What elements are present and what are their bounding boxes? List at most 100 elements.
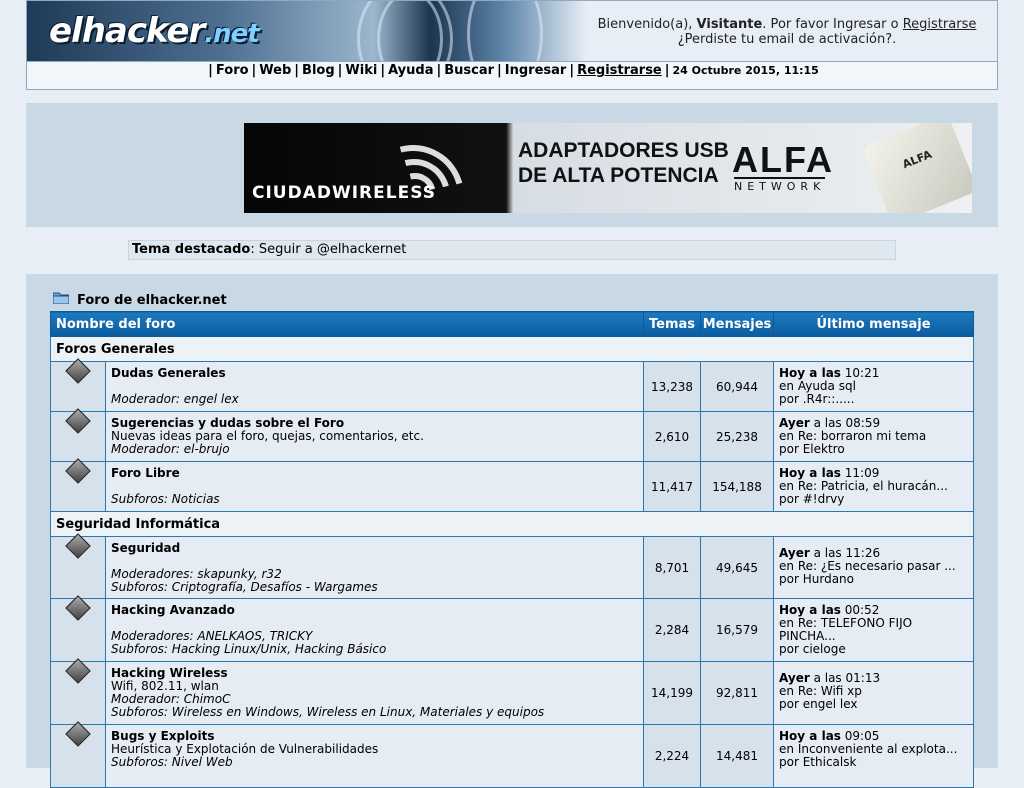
board-topics: 11,417: [643, 461, 702, 512]
last-post-author[interactable]: por Elektro: [779, 442, 845, 456]
board-last-post: Ayer a las 11:26 en Re: ¿Es necesario pa…: [773, 536, 975, 599]
welcome-message: Bienvenido(a), Visitante. Por favor Ingr…: [597, 17, 977, 47]
folder-icon: [53, 292, 69, 304]
board-status-icon: [50, 358, 106, 412]
board-posts: 16,579: [700, 598, 775, 662]
last-post-link[interactable]: en Re: borraron mi tema: [779, 429, 926, 443]
board-subforums[interactable]: Subforos: Nivel Web: [111, 756, 643, 769]
board-subforums[interactable]: Subforos: Wireless en Windows, Wireless …: [111, 706, 643, 719]
col-topics: Temas: [643, 311, 702, 337]
main-nav: | Foro | Web | Blog | Wiki | Ayuda | Buscar | Ingresa…: [26, 61, 998, 90]
last-post-author[interactable]: por Hurdano: [779, 572, 854, 586]
board-posts: 154,188: [700, 461, 775, 512]
last-post-link[interactable]: en Ayuda sql: [779, 379, 856, 393]
board-last-post: Hoy a las 09:05 en Inconveniente al expl…: [773, 724, 975, 788]
last-post-author[interactable]: por .R4r::.....: [779, 392, 854, 406]
banner-headline-1: ADAPTADORES USB: [518, 139, 729, 162]
board-moderators[interactable]: Moderador: engel lex: [111, 393, 643, 406]
last-post-author[interactable]: por #!drvy: [779, 492, 844, 506]
nav-foro[interactable]: Foro: [216, 63, 249, 78]
board-last-post: Ayer a las 01:13 en Re: Wifi xp por enge…: [773, 661, 975, 725]
board-posts: 25,238: [700, 411, 775, 462]
visitor-name: Visitante: [696, 17, 763, 32]
logo-decoration: [377, 1, 443, 61]
board-posts: 14,481: [700, 724, 775, 788]
last-post-link[interactable]: en Re: Patricia, el huracán...: [779, 479, 948, 493]
board-posts: 60,944: [700, 361, 775, 412]
banner-network-text: NETWORK: [734, 177, 826, 193]
col-last-post: Último mensaje: [773, 311, 975, 337]
board-topics: 2,610: [643, 411, 702, 462]
board-name[interactable]: Hacking Wireless: [111, 666, 643, 680]
logo-decoration: [467, 1, 543, 61]
last-post-author[interactable]: por Ethicalsk: [779, 755, 856, 769]
forum-row: Hacking Wireless Wifi, 802.11, wlan Mode…: [50, 658, 975, 725]
col-posts: Mensajes: [700, 311, 775, 337]
nav-registrarse[interactable]: Registrarse: [577, 63, 662, 78]
forum-row: Foro Libre Subforos: Noticias 11,417 154…: [50, 458, 975, 512]
board-name[interactable]: Foro Libre: [111, 466, 643, 480]
featured-link[interactable]: : Seguir a @elhackernet: [250, 242, 406, 257]
col-forum-name: Nombre del foro: [49, 311, 645, 337]
board-status-icon: [50, 658, 106, 725]
board-last-post: Hoy a las 10:21 en Ayuda sql por .R4r::.…: [773, 361, 975, 412]
forum-table: Nombre del foro Temas Mensajes Último me…: [49, 311, 975, 788]
nav-blog[interactable]: Blog: [302, 63, 335, 78]
board-topics: 14,199: [643, 661, 702, 725]
board-status-icon: [50, 533, 106, 599]
board-name[interactable]: Seguridad: [111, 541, 643, 555]
board-name[interactable]: Hacking Avanzado: [111, 603, 643, 617]
category-foros-generales[interactable]: Foros Generales: [49, 336, 975, 362]
nav-ayuda[interactable]: Ayuda: [388, 63, 433, 78]
last-post-link[interactable]: en Re: TELEFONO FIJO PINCHA...: [779, 617, 929, 643]
board-name[interactable]: Sugerencias y dudas sobre el Foro: [111, 416, 643, 430]
last-post-link[interactable]: en Re: ¿Es necesario pasar ...: [779, 559, 956, 573]
board-subforums[interactable]: Subforos: Criptografía, Desafíos - Warga…: [111, 581, 643, 594]
board-moderators[interactable]: Moderador: el-brujo: [111, 443, 643, 456]
nav-wiki[interactable]: Wiki: [345, 63, 377, 78]
board-subforums[interactable]: Subforos: Hacking Linux/Unix, Hacking Bá…: [111, 643, 643, 656]
register-link[interactable]: Registrarse: [903, 17, 977, 32]
category-seguridad-informatica[interactable]: Seguridad Informática: [49, 511, 975, 537]
board-subforums[interactable]: Subforos: Noticias: [111, 493, 643, 506]
current-date: 24 Octubre 2015, 11:15: [672, 64, 819, 77]
site-logo[interactable]: elhacker.net: [27, 1, 587, 61]
forum-title[interactable]: Foro de elhacker.net: [77, 293, 227, 308]
board-status-icon: [50, 408, 106, 462]
board-status-icon: [50, 721, 106, 788]
banner-brand: CIUDADWIRELESS: [252, 183, 436, 203]
featured-label: Tema destacado: [132, 242, 251, 257]
forum-row: Hacking Avanzado Moderadores: ANELKAOS, …: [50, 595, 975, 662]
board-topics: 2,284: [643, 598, 702, 662]
last-post-author[interactable]: por engel lex: [779, 697, 857, 711]
nav-buscar[interactable]: Buscar: [444, 63, 494, 78]
board-last-post: Hoy a las 11:09 en Re: Patricia, el hura…: [773, 461, 975, 512]
nav-ingresar[interactable]: Ingresar: [505, 63, 567, 78]
forum-row: Sugerencias y dudas sobre el Foro Nuevas…: [50, 408, 975, 462]
last-post-author[interactable]: por cieloge: [779, 642, 846, 656]
banner-alfa-logo: ALFA: [732, 139, 834, 180]
board-status-icon: [50, 595, 106, 662]
board-status-icon: [50, 458, 106, 512]
banner-headline-2: DE ALTA POTENCIA: [518, 164, 719, 187]
board-name[interactable]: Dudas Generales: [111, 366, 643, 380]
featured-topic: Tema destacado: Seguir a @elhackernet: [128, 240, 896, 260]
last-post-link[interactable]: en Re: Wifi xp: [779, 684, 862, 698]
activation-email-link[interactable]: ¿Perdiste tu email de activación?.: [678, 32, 897, 47]
board-topics: 13,238: [643, 361, 702, 412]
nav-web[interactable]: Web: [259, 63, 291, 78]
forum-row: Bugs y Exploits Heurística y Explotación…: [50, 721, 975, 788]
board-last-post: Ayer a las 08:59 en Re: borraron mi tema…: [773, 411, 975, 462]
board-name[interactable]: Bugs y Exploits: [111, 729, 643, 743]
last-post-link[interactable]: en Inconveniente al explota...: [779, 742, 957, 756]
site-header: elhacker.net Bienvenido(a), Visitante. P…: [26, 0, 998, 61]
ad-banner[interactable]: CIUDADWIRELESS ADAPTADORES USB DE ALTA P…: [244, 123, 972, 213]
board-topics: 2,224: [643, 724, 702, 788]
forum-row: Seguridad Moderadores: skapunky, r32 Sub…: [50, 533, 975, 599]
usb-adapter-image: [861, 123, 972, 213]
board-last-post: Hoy a las 00:52 en Re: TELEFONO FIJO PIN…: [773, 598, 975, 662]
logo-text: elhacker.net: [49, 11, 260, 51]
forum-row: Dudas Generales Moderador: engel lex 13,…: [50, 358, 975, 412]
board-topics: 8,701: [643, 536, 702, 599]
board-posts: 92,811: [700, 661, 775, 725]
